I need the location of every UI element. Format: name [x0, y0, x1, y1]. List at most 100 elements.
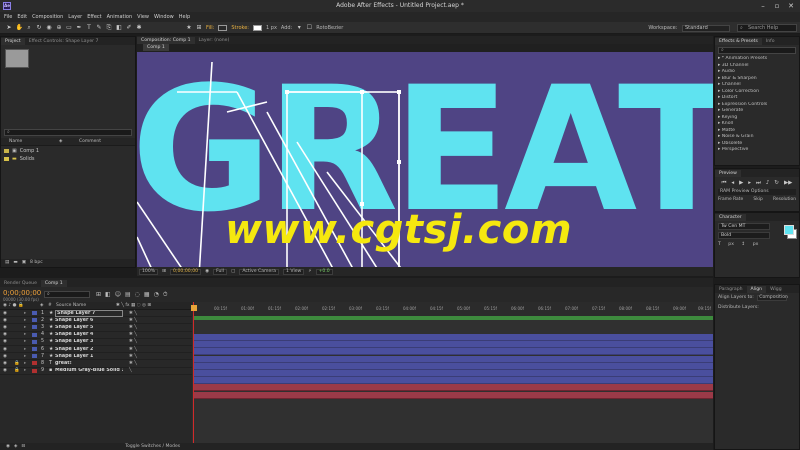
pen-tool-icon[interactable]: ✒	[76, 24, 83, 31]
layer-name[interactable]: Shape Layer 6	[55, 318, 123, 323]
resolution-dropdown[interactable]: Full	[213, 268, 227, 275]
layer-switches-icon[interactable]: ╲	[129, 368, 132, 373]
expand-triangle-icon[interactable]: ▸	[24, 339, 32, 344]
pan-behind-tool-icon[interactable]: ⊕	[56, 24, 63, 31]
table-row[interactable]: ◉ 🔒 ▸ 9 ▪ Medium Gray-Blue Solid 1 ╲	[0, 368, 192, 375]
expand-triangle-icon[interactable]: ▸	[24, 325, 32, 330]
tab-comp[interactable]: Comp 1	[40, 280, 67, 287]
layer-switches-icon[interactable]: ✱ ╲	[129, 339, 137, 344]
timeline-search-input[interactable]: ⌕	[44, 291, 90, 298]
eraser-tool-icon[interactable]: ◧	[116, 24, 123, 31]
visibility-icon[interactable]: ◉	[0, 347, 14, 352]
visibility-icon[interactable]: ◉	[0, 332, 14, 337]
menu-view[interactable]: View	[137, 12, 149, 22]
layer-label-color[interactable]	[32, 311, 37, 316]
expand-triangle-icon[interactable]: ▸	[24, 361, 32, 366]
menu-effect[interactable]: Effect	[87, 12, 101, 22]
layer-label-color[interactable]	[32, 361, 37, 366]
table-row[interactable]: ◉ ▸ 1 ★ Shape Layer 7 ✱ ╲	[0, 309, 192, 318]
tab-wiggler[interactable]: Wigg	[766, 286, 786, 293]
expand-triangle-icon[interactable]: ▸	[24, 368, 32, 373]
col-comment[interactable]: Comment	[79, 138, 101, 146]
comp-viewer[interactable]: GREAT!	[137, 52, 713, 276]
in-out-icon[interactable]: ⊟	[21, 443, 25, 450]
expand-triangle-icon[interactable]: ▸	[24, 332, 32, 337]
layer-bar[interactable]	[194, 377, 713, 385]
shy-icon[interactable]: ☺	[115, 291, 121, 299]
menu-window[interactable]: Window	[154, 12, 174, 22]
layer-switches-icon[interactable]: ✱ ╲	[129, 325, 137, 330]
stroke-label[interactable]: Stroke:	[231, 25, 249, 31]
loop-icon[interactable]: ↻	[774, 180, 779, 187]
add-dropdown-icon[interactable]: ▾	[296, 24, 303, 31]
col-name[interactable]: Name	[9, 138, 59, 146]
layer-name[interactable]: Shape Layer 7	[55, 309, 123, 317]
av-switches-icon[interactable]: ◉ ♪ ● 🔒	[0, 302, 40, 310]
ram-preview-icon[interactable]: ▶▶	[784, 180, 792, 187]
table-row[interactable]: ◉ ▸ 6 ★ Shape Layer 2 ✱ ╲	[0, 346, 192, 354]
lock-icon[interactable]: 🔒	[14, 368, 24, 373]
layer-bar[interactable]	[194, 391, 713, 399]
layer-bar[interactable]	[194, 355, 713, 363]
first-frame-icon[interactable]: ⏮	[721, 180, 726, 187]
tab-composition[interactable]: Composition: Comp 1	[137, 37, 195, 44]
align-to-dropdown[interactable]: Composition	[757, 295, 788, 301]
play-icon[interactable]: ▶	[739, 180, 743, 187]
transfer-controls-icon[interactable]: ◈	[14, 443, 17, 450]
close-icon[interactable]: ✕	[784, 1, 798, 11]
table-row[interactable]: ◉ 🔒 ▸ 8 T great! ✱ ╲	[0, 360, 192, 368]
project-item-folder[interactable]: ▬ Solids	[4, 155, 35, 162]
region-of-interest-icon[interactable]: ▢	[231, 269, 235, 274]
tab-paragraph[interactable]: Paragraph	[715, 286, 747, 293]
visibility-icon[interactable]: ◉	[0, 325, 14, 330]
effects-search-input[interactable]: ⌕	[718, 47, 796, 54]
camera-dropdown[interactable]: Active Camera	[239, 268, 280, 275]
layer-name[interactable]: great!	[55, 361, 123, 366]
layer-name[interactable]: Shape Layer 1	[55, 354, 123, 359]
layer-label-color[interactable]	[32, 332, 37, 337]
tab-effects-presets[interactable]: Effects & Presets	[715, 38, 762, 45]
menu-composition[interactable]: Composition	[32, 12, 63, 22]
layer-name[interactable]: Shape Layer 3	[55, 339, 123, 344]
visibility-icon[interactable]: ◉	[0, 368, 14, 373]
visibility-icon[interactable]: ◉	[0, 318, 14, 323]
fill-label[interactable]: Fill:	[206, 25, 214, 31]
timeline-timecode[interactable]: 0;00;00;00	[3, 289, 41, 297]
draft-3d-icon[interactable]: ◧	[105, 291, 111, 299]
last-frame-icon[interactable]: ⏭	[756, 180, 761, 187]
hand-tool-icon[interactable]: ✋	[16, 24, 23, 31]
tab-project[interactable]: Project	[1, 38, 25, 45]
interpret-footage-icon[interactable]: ▤	[5, 259, 9, 267]
menu-edit[interactable]: Edit	[17, 12, 27, 22]
prev-frame-icon[interactable]: ◂	[731, 180, 734, 187]
layer-bar[interactable]	[194, 348, 713, 356]
font-style-dropdown[interactable]: Bold	[718, 232, 770, 239]
layer-label-color[interactable]	[32, 347, 37, 352]
font-size-field[interactable]: px	[728, 242, 734, 247]
table-row[interactable]: ◉ ▸ 3 ★ Shape Layer 5 ✱ ╲	[0, 324, 192, 332]
stroke-swatch[interactable]	[253, 24, 262, 31]
layer-bar[interactable]	[194, 384, 713, 392]
layer-bar[interactable]	[194, 341, 713, 349]
visibility-icon[interactable]: ◉	[0, 361, 14, 366]
table-row[interactable]: ◉ ▸ 5 ★ Shape Layer 3 ✱ ╲	[0, 339, 192, 346]
brainstorm-icon[interactable]: ▦	[144, 291, 150, 299]
layer-bar[interactable]	[194, 334, 713, 341]
ram-preview-options[interactable]: RAM Preview Options	[718, 189, 796, 195]
work-area-bar[interactable]	[194, 316, 713, 320]
table-row[interactable]: ◉ ▸ 4 ★ Shape Layer 4 ✱ ╲	[0, 332, 192, 339]
layer-bar[interactable]	[194, 362, 713, 370]
frame-blending-icon[interactable]: ▤	[125, 291, 131, 299]
comp-mini-flowchart-icon[interactable]: ⊞	[96, 291, 101, 299]
new-comp-icon[interactable]: ▣	[22, 259, 26, 267]
time-ruler[interactable]: 00:15f 01:00f 01:15f 02:00f 02:15f 03:00…	[192, 302, 713, 316]
expand-triangle-icon[interactable]: ▸	[24, 318, 32, 323]
fast-previews-icon[interactable]: ⚡	[308, 269, 311, 274]
layer-switches-toggle-icon[interactable]: ◉	[6, 443, 10, 450]
selection-tool-icon[interactable]: ➤	[6, 24, 13, 31]
exposure-field[interactable]: +0.0	[315, 268, 333, 275]
timeline-track-area[interactable]: 00:15f 01:00f 01:15f 02:00f 02:15f 03:00…	[191, 302, 713, 450]
col-label-icon[interactable]: ◈	[59, 138, 79, 146]
snapping-icon[interactable]: ⊞	[196, 24, 203, 31]
next-frame-icon[interactable]: ▸	[748, 180, 751, 187]
